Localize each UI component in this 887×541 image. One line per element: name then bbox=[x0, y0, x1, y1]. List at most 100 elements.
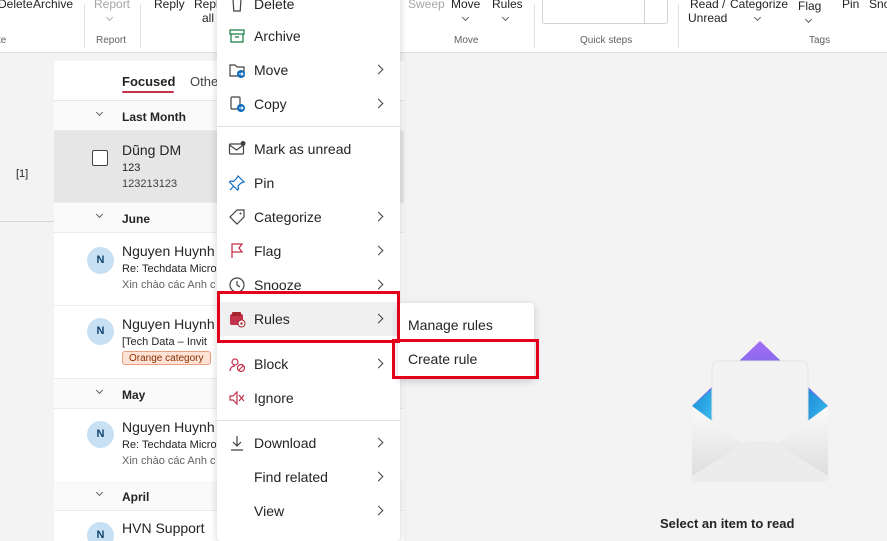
chevron-down-icon bbox=[95, 386, 104, 395]
menu-item-download[interactable]: Download bbox=[217, 426, 400, 460]
tab-focused[interactable]: Focused bbox=[122, 74, 175, 89]
move-folder-icon bbox=[229, 64, 245, 78]
chevron-down-icon bbox=[501, 13, 510, 22]
menu-item-find-related[interactable]: Find related bbox=[217, 460, 400, 494]
context-menu: Delete Archive Move Copy Mark as unread … bbox=[217, 0, 400, 541]
open-envelope-illustration bbox=[692, 341, 828, 482]
left-group-label: te bbox=[0, 35, 7, 46]
group-label: May bbox=[122, 388, 146, 402]
menu-separator bbox=[217, 126, 400, 127]
avatar: N bbox=[87, 318, 114, 345]
menu-item-rules[interactable]: Rules bbox=[217, 302, 400, 336]
group-label: April bbox=[122, 490, 150, 504]
tab-other[interactable]: Othe bbox=[190, 74, 218, 89]
preview-text: Xin chào các Anh c bbox=[122, 455, 216, 467]
submenu-item-manage-rules[interactable]: Manage rules bbox=[398, 307, 534, 341]
active-tab-indicator bbox=[122, 91, 174, 93]
menu-item-pin[interactable]: Pin bbox=[217, 166, 400, 200]
chevron-right-icon bbox=[373, 313, 384, 324]
chevron-down-icon bbox=[95, 210, 104, 219]
chevron-right-icon bbox=[373, 98, 384, 109]
sender-name: HVN Support bbox=[122, 520, 205, 536]
ribbon-toolbar: Delete Archive te Report Report Reply Re… bbox=[0, 0, 887, 53]
sender-name: Dũng DM bbox=[122, 142, 182, 158]
reply-all-line2: all bbox=[202, 11, 215, 25]
submenu-item-create-rule[interactable]: Create rule bbox=[398, 341, 534, 375]
quick-steps-gallery[interactable] bbox=[542, 0, 668, 24]
sender-name: Nguyen Huynh bbox=[122, 419, 215, 435]
chevron-down-icon bbox=[461, 13, 470, 22]
menu-item-flag[interactable]: Flag bbox=[217, 234, 400, 268]
chevron-right-icon bbox=[373, 245, 384, 256]
chevron-down-icon bbox=[753, 13, 762, 22]
flag-icon bbox=[231, 243, 244, 258]
snooze-ribbon-button[interactable]: Sno bbox=[869, 0, 887, 11]
ribbon-separator bbox=[534, 4, 535, 48]
menu-item-mark-unread[interactable]: Mark as unread bbox=[217, 132, 400, 166]
category-badge: Orange category bbox=[122, 351, 211, 365]
report-ribbon-button[interactable]: Report bbox=[94, 0, 130, 11]
menu-item-block[interactable]: Block bbox=[217, 347, 400, 381]
preview-text: Xin chào các Anh c bbox=[122, 279, 216, 291]
menu-item-categorize[interactable]: Categorize bbox=[217, 200, 400, 234]
preview-text: 123213123 bbox=[122, 178, 178, 190]
rules-ribbon-button[interactable]: Rules bbox=[492, 0, 523, 11]
chevron-down-icon bbox=[95, 488, 104, 497]
copy-icon bbox=[230, 96, 245, 112]
subject-line: Re: Techdata Micro bbox=[122, 439, 217, 451]
flag-ribbon-button[interactable]: Flag bbox=[798, 0, 821, 13]
subject-line: [Tech Data – Invit bbox=[122, 336, 207, 348]
chevron-right-icon bbox=[373, 505, 384, 516]
archive-icon bbox=[229, 29, 245, 43]
reply-ribbon-button[interactable]: Reply bbox=[154, 0, 185, 11]
pin-ribbon-button[interactable]: Pin bbox=[842, 0, 859, 11]
avatar: N bbox=[87, 522, 114, 541]
subject-line: 123 bbox=[122, 162, 141, 174]
menu-item-copy[interactable]: Copy bbox=[217, 87, 400, 121]
menu-item-delete[interactable]: Delete bbox=[217, 0, 400, 21]
chevron-right-icon bbox=[373, 211, 384, 222]
delete-ribbon-button[interactable]: Delete bbox=[0, 0, 33, 11]
quick-steps-group-label: Quick steps bbox=[580, 35, 633, 46]
read-unread-line2: Unread bbox=[688, 11, 728, 25]
tag-icon bbox=[229, 209, 245, 225]
menu-item-snooze[interactable]: Snooze bbox=[217, 268, 400, 302]
chevron-right-icon bbox=[373, 64, 384, 75]
download-icon bbox=[231, 436, 243, 451]
folder-pane: [1] bbox=[0, 53, 54, 541]
tags-group-label: Tags bbox=[809, 35, 831, 46]
clock-icon bbox=[229, 277, 245, 293]
menu-item-ignore[interactable]: Ignore bbox=[217, 381, 400, 415]
ribbon-separator bbox=[84, 4, 85, 48]
mail-unread-icon bbox=[228, 141, 246, 155]
menu-item-view[interactable]: View bbox=[217, 494, 400, 528]
avatar: N bbox=[87, 247, 114, 274]
unread-count: [1] bbox=[16, 168, 29, 180]
menu-item-archive[interactable]: Archive bbox=[217, 19, 400, 53]
chevron-right-icon bbox=[373, 358, 384, 369]
ribbon-separator bbox=[140, 4, 141, 48]
block-icon bbox=[229, 358, 246, 373]
report-group-label: Report bbox=[96, 35, 127, 46]
folder-divider bbox=[0, 221, 54, 222]
trash-icon bbox=[232, 0, 242, 12]
reading-pane: Select an item to read bbox=[404, 53, 887, 541]
chevron-down-icon bbox=[95, 108, 104, 117]
chevron-down-icon bbox=[105, 13, 114, 22]
read-unread-ribbon-button[interactable]: Read / bbox=[690, 0, 725, 11]
chevron-right-icon bbox=[373, 279, 384, 290]
rules-icon bbox=[230, 312, 246, 328]
chevron-down-icon bbox=[804, 15, 813, 24]
menu-item-move[interactable]: Move bbox=[217, 53, 400, 87]
sender-name: Nguyen Huynh bbox=[122, 243, 215, 259]
sweep-ribbon-button[interactable]: Sweep bbox=[408, 0, 445, 11]
avatar: N bbox=[87, 421, 114, 448]
move-ribbon-button[interactable]: Move bbox=[451, 0, 480, 11]
categorize-ribbon-button[interactable]: Categorize bbox=[730, 0, 788, 11]
menu-separator bbox=[217, 341, 400, 342]
select-checkbox[interactable] bbox=[92, 150, 108, 166]
archive-ribbon-button[interactable]: Archive bbox=[33, 0, 73, 11]
group-label: June bbox=[122, 212, 151, 226]
chevron-right-icon bbox=[373, 471, 384, 482]
menu-separator bbox=[217, 420, 400, 421]
